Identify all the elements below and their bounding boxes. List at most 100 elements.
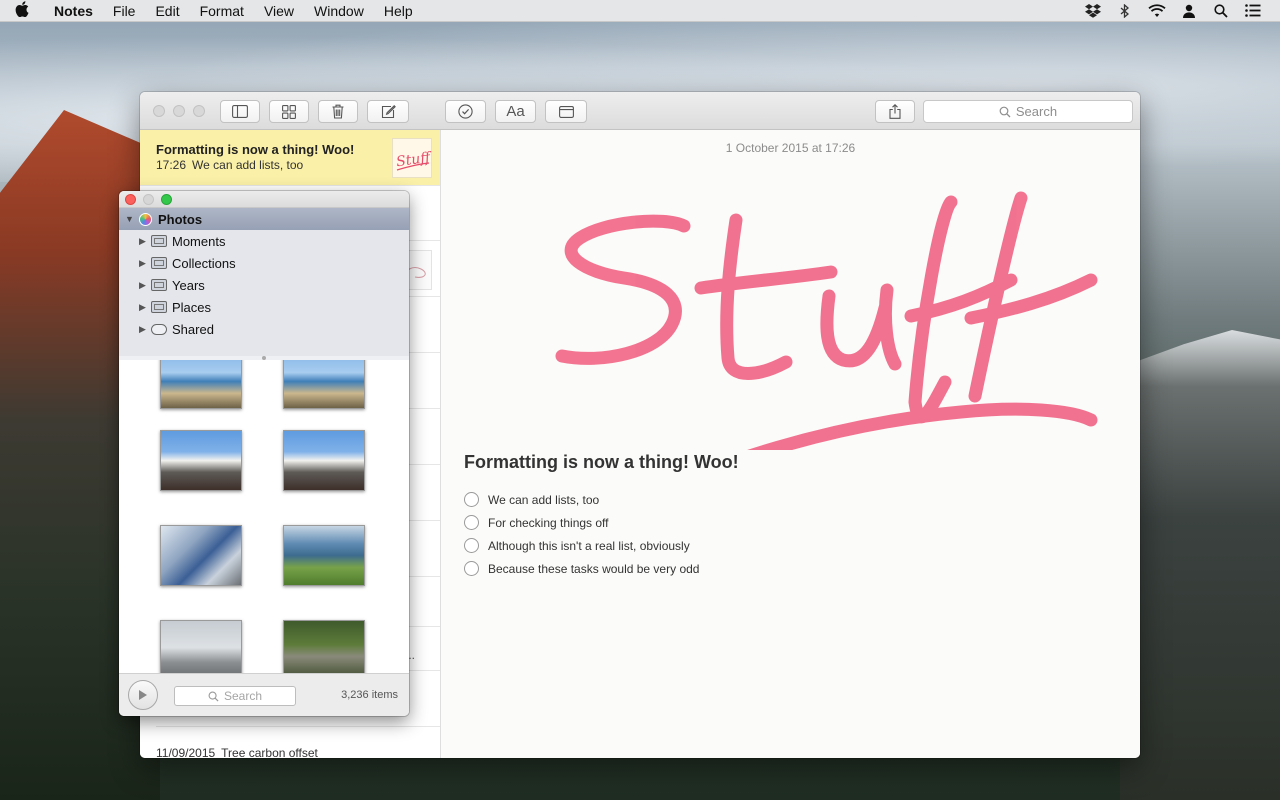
note-editor[interactable]: 1 October 2015 at 17:26 Formatting is no…: [441, 130, 1140, 758]
user-icon[interactable]: [1180, 3, 1198, 19]
play-icon: [139, 690, 147, 700]
menu-format[interactable]: Format: [190, 3, 254, 19]
grid-icon: [282, 104, 296, 119]
photos-item-count: 3,236 items: [341, 689, 398, 701]
sidebar-icon: [232, 105, 248, 118]
checklist-item[interactable]: For checking things off: [464, 511, 699, 534]
source-item-collections[interactable]: ▶ Collections: [119, 252, 409, 274]
source-item-label: Shared: [172, 321, 214, 337]
menu-file[interactable]: File: [103, 3, 146, 19]
share-button[interactable]: [875, 100, 915, 123]
photo-thumbnail[interactable]: [283, 620, 365, 673]
checkbox-circle-icon[interactable]: [464, 492, 479, 507]
disclosure-right-icon[interactable]: ▶: [139, 302, 151, 313]
slideshow-play-button[interactable]: [128, 680, 158, 710]
compose-icon: [381, 104, 396, 118]
disclosure-right-icon[interactable]: ▶: [139, 280, 151, 291]
apple-logo-icon[interactable]: [0, 0, 44, 21]
folder-icon: [151, 257, 167, 269]
source-item-years[interactable]: ▶ Years: [119, 274, 409, 296]
folder-icon: [151, 235, 167, 247]
note-list-item-selected[interactable]: Formatting is now a thing! Woo! 17:26 We …: [140, 130, 440, 186]
close-window-button[interactable]: [153, 105, 165, 117]
notification-center-icon[interactable]: [1244, 3, 1262, 19]
minimize-window-button[interactable]: [173, 105, 185, 117]
source-photos-header[interactable]: ▼ Photos: [119, 208, 409, 230]
source-item-places[interactable]: ▶ Places: [119, 296, 409, 318]
format-label: Aa: [506, 103, 525, 120]
menu-view[interactable]: View: [254, 3, 304, 19]
trash-icon: [332, 104, 344, 119]
menu-window[interactable]: Window: [304, 3, 374, 19]
source-item-label: Years: [172, 277, 205, 293]
note-thumbnail: Stuff: [392, 138, 433, 178]
panel-zoom-button[interactable]: [161, 194, 172, 205]
checklist-item-text: Because these tasks would be very odd: [488, 561, 700, 576]
checklist-item-text: For checking things off: [488, 515, 609, 530]
photo-thumbnail[interactable]: [160, 430, 242, 491]
table-button[interactable]: [545, 100, 587, 123]
photo-thumbnail[interactable]: [283, 525, 365, 586]
photos-panel-titlebar[interactable]: [119, 191, 409, 208]
photos-app-icon: [139, 212, 152, 226]
search-icon: [999, 106, 1011, 117]
bluetooth-icon[interactable]: [1116, 3, 1134, 19]
note-list-title: Formatting is now a thing! Woo!: [156, 142, 355, 157]
checkmark-circle-icon: [458, 104, 473, 119]
search-placeholder: Search: [1015, 104, 1058, 119]
checkbox-circle-icon[interactable]: [464, 515, 479, 530]
source-item-shared[interactable]: ▶ Shared: [119, 318, 409, 340]
new-note-button[interactable]: [367, 100, 409, 123]
spotlight-search-icon[interactable]: [1212, 3, 1230, 19]
source-item-label: Collections: [172, 255, 236, 271]
photo-thumbnail[interactable]: [283, 430, 365, 491]
checklist-item[interactable]: Because these tasks would be very odd: [464, 557, 699, 580]
note-heading: Formatting is now a thing! Woo!: [464, 452, 739, 472]
note-date: 1 October 2015 at 17:26: [725, 141, 856, 155]
format-button[interactable]: Aa: [495, 100, 536, 123]
attachments-browser-button[interactable]: [269, 100, 309, 123]
search-icon: [208, 691, 219, 702]
note-divider: [156, 726, 440, 727]
source-item-moments[interactable]: ▶ Moments: [119, 230, 409, 252]
disclosure-right-icon[interactable]: ▶: [139, 236, 151, 247]
note-list-time: 17:26: [156, 158, 187, 172]
sidebar-toggle-button[interactable]: [220, 100, 260, 123]
panel-close-button[interactable]: [125, 194, 136, 205]
search-input[interactable]: Search: [923, 100, 1133, 123]
photos-browser-panel: ▼ Photos ▶ Moments ▶ Collections ▶ Years…: [119, 191, 409, 716]
disclosure-right-icon[interactable]: ▶: [139, 258, 151, 269]
disclosure-down-icon[interactable]: ▼: [125, 214, 137, 224]
photo-thumbnail[interactable]: [283, 360, 365, 409]
checkbox-circle-icon[interactable]: [464, 561, 479, 576]
checklist: We can add lists, too For checking thing…: [464, 488, 699, 580]
photos-search-placeholder: Search: [223, 689, 263, 703]
photo-thumbnail[interactable]: [160, 360, 242, 409]
note-list-preview: 17:26 We can add lists, too: [156, 158, 303, 172]
wifi-icon[interactable]: [1148, 3, 1166, 19]
checklist-item[interactable]: We can add lists, too: [464, 488, 699, 511]
panel-minimize-button[interactable]: [143, 194, 154, 205]
checklist-item-text: We can add lists, too: [488, 492, 600, 507]
photos-panel-footer: Search 3,236 items: [119, 673, 409, 716]
note-list-preview-text: We can add lists, too: [192, 158, 304, 172]
zoom-window-button[interactable]: [193, 105, 205, 117]
checklist-item-text: Although this isn't a real list, obvious…: [488, 538, 690, 553]
checklist-item[interactable]: Although this isn't a real list, obvious…: [464, 534, 699, 557]
photo-thumbnail[interactable]: [160, 620, 242, 673]
menu-edit[interactable]: Edit: [145, 3, 189, 19]
source-item-label: Moments: [172, 233, 226, 249]
menu-app-notes[interactable]: Notes: [44, 3, 103, 19]
note-list-item[interactable]: 11/09/2015 Tree carbon offset: [140, 746, 440, 758]
toolbar: Aa Search: [140, 92, 1140, 130]
desktop-mountain-right: [1120, 330, 1280, 800]
menu-help[interactable]: Help: [374, 3, 423, 19]
photos-search-input[interactable]: Search: [174, 686, 296, 706]
photo-thumbnail[interactable]: [160, 525, 242, 586]
checkbox-circle-icon[interactable]: [464, 538, 479, 553]
folder-icon: [151, 279, 167, 291]
checklist-button[interactable]: [445, 100, 486, 123]
disclosure-right-icon[interactable]: ▶: [139, 324, 151, 335]
delete-note-button[interactable]: [318, 100, 358, 123]
dropbox-icon[interactable]: [1084, 3, 1102, 19]
